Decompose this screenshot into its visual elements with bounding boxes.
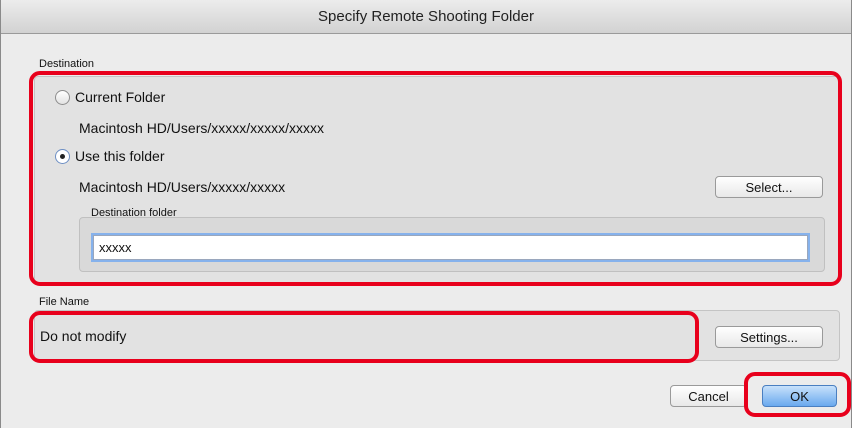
use-this-folder-label[interactable]: Use this folder	[75, 148, 164, 164]
destination-group: Current Folder Macintosh HD/Users/xxxxx/…	[34, 76, 840, 283]
select-button[interactable]: Select...	[715, 176, 823, 198]
specify-remote-shooting-folder-dialog: Specify Remote Shooting Folder Destinati…	[0, 0, 852, 428]
destination-folder-input[interactable]: xxxxx	[93, 235, 808, 260]
destination-folder-group: Destination folder xxxxx	[79, 207, 825, 272]
window-title: Specify Remote Shooting Folder	[1, 0, 851, 34]
settings-button[interactable]: Settings...	[715, 326, 823, 348]
current-folder-label[interactable]: Current Folder	[75, 89, 165, 105]
radio-selected-dot	[60, 154, 65, 159]
use-this-folder-radio[interactable]	[55, 149, 70, 164]
current-folder-path: Macintosh HD/Users/xxxxx/xxxxx/xxxxx	[79, 120, 325, 136]
file-name-group: Do not modify Settings...	[34, 310, 840, 361]
use-this-folder-path: Macintosh HD/Users/xxxxx/xxxxx	[79, 179, 286, 195]
cancel-button[interactable]: Cancel	[670, 385, 747, 407]
file-name-value: Do not modify	[40, 328, 127, 344]
current-folder-radio[interactable]	[55, 90, 70, 105]
destination-folder-label: Destination folder	[91, 207, 177, 219]
ok-button[interactable]: OK	[762, 385, 837, 407]
destination-section-label: Destination	[39, 58, 95, 70]
file-name-section-label: File Name	[39, 296, 90, 308]
